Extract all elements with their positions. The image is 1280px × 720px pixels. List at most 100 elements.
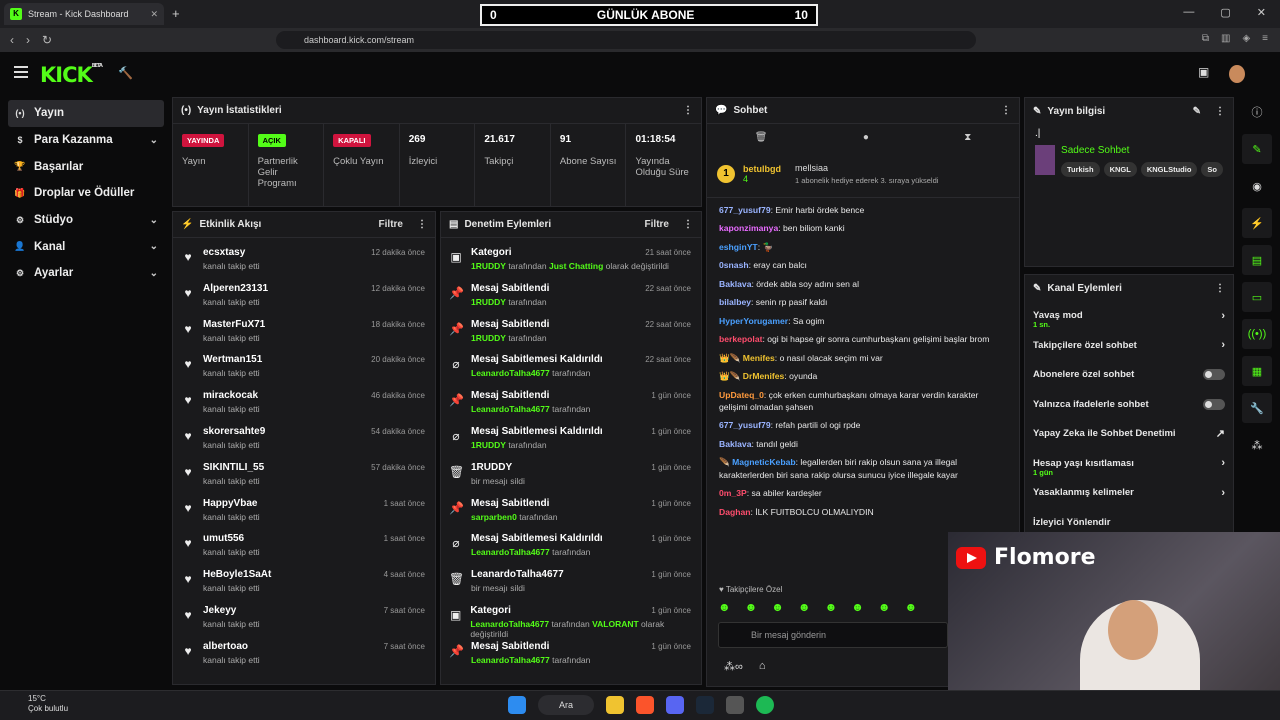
channel-action-item[interactable]: Yavaş mod 1 sn. ›: [1025, 301, 1233, 331]
follower-name[interactable]: HappyVbae: [203, 498, 260, 509]
chat-input[interactable]: Bir mesaj gönderin: [718, 622, 948, 648]
mod-item[interactable]: 📌 Mesaj Sabitlendi 1RUDDY tarafından 22 saa…: [449, 278, 693, 314]
stats-more-icon[interactable]: ⋮: [683, 105, 693, 116]
camera-rail-icon[interactable]: ◉: [1242, 171, 1272, 201]
category-name[interactable]: Sadece Sohbet: [1061, 145, 1223, 156]
stream-tag[interactable]: So: [1201, 162, 1223, 177]
chat-username[interactable]: 👑🪶 Menifes: [719, 353, 775, 363]
reload-icon[interactable]: ↻: [42, 33, 52, 47]
sidebar-item-6[interactable]: ⚙ Ayarlar ⌄: [8, 260, 164, 287]
chat-message[interactable]: bilalbey: senin rp pasif kaldı: [719, 296, 1007, 308]
activity-item[interactable]: ♥ mirackocak kanalı takip etti 46 dakika ön…: [181, 385, 427, 421]
mod-item[interactable]: 📌 Mesaj Sabitlendi sarparben0 tarafından 1 …: [449, 493, 693, 529]
emote-icon[interactable]: ☻: [904, 600, 917, 614]
sidebar-item-0[interactable]: (•) Yayın: [8, 100, 164, 127]
chat-username[interactable]: berkepolat: [719, 334, 762, 344]
edit-icon[interactable]: ✎: [1193, 106, 1201, 117]
channel-action-item[interactable]: Takipçilere özel sohbet ›: [1025, 331, 1233, 361]
gift-recipient[interactable]: mellsiaa: [795, 163, 938, 173]
extensions-icon[interactable]: ⧉: [1202, 33, 1209, 44]
external-link-icon[interactable]: ↗: [1216, 427, 1225, 440]
follower-name[interactable]: HeBoyle1SaAt: [203, 569, 271, 580]
chat-username[interactable]: 677_yusuf79: [719, 205, 771, 215]
chat-username[interactable]: Daghan: [719, 507, 751, 517]
chat-more-icon[interactable]: ⋮: [1001, 105, 1011, 116]
emote-icon[interactable]: ☻: [771, 600, 784, 614]
activity-item[interactable]: ♥ MasterFuX71 kanalı takip etti 18 dakika ö…: [181, 314, 427, 350]
chat-message[interactable]: eshginYT: 🦆: [719, 241, 1007, 253]
mod-item[interactable]: ▣ Kategori 1RUDDY tarafından Just Chatting…: [449, 242, 693, 278]
emote-icon[interactable]: ☻: [718, 600, 731, 614]
kick-logo[interactable]: KICKBETA: [40, 63, 103, 87]
new-tab-icon[interactable]: +: [172, 6, 180, 21]
sidebar-item-2[interactable]: 🏆 Başarılar: [8, 153, 164, 180]
chat-message[interactable]: 🪶 MagneticKebab: legallerden biri rakip …: [719, 456, 1007, 481]
sidebar-item-3[interactable]: 🎁 Droplar ve Ödüller: [8, 180, 164, 207]
chat-username[interactable]: Baklava: [719, 279, 752, 289]
close-tab-icon[interactable]: ✕: [150, 9, 158, 20]
weather-widget[interactable]: 15°C Çok bulutlu: [12, 694, 68, 715]
emote-icon[interactable]: ☻: [745, 600, 758, 614]
mod-filter-button[interactable]: Filtre: [645, 219, 669, 230]
chat-username[interactable]: UpDateq_0: [719, 390, 764, 400]
windows-start-icon[interactable]: [508, 696, 526, 714]
chat-message[interactable]: Baklava: ördek abla soy adını sen al: [719, 278, 1007, 290]
activity-item[interactable]: ♥ skorersahte9 kanalı takip etti 54 dakika …: [181, 421, 427, 457]
channel-action-item[interactable]: Yapay Zeka ile Sohbet Denetimi ↗: [1025, 419, 1233, 449]
chat-message[interactable]: berkepolat: ogi bi hapse gir sonra cumhu…: [719, 333, 1007, 345]
chevron-right-icon[interactable]: ›: [1221, 310, 1225, 322]
layout-rail-icon[interactable]: ▦: [1242, 356, 1272, 386]
chat-username[interactable]: 0snash: [719, 260, 749, 270]
emote-icon[interactable]: ☻: [878, 600, 891, 614]
chat-username[interactable]: 677_yusuf79: [719, 420, 771, 430]
chevron-down-icon[interactable]: ⌄: [150, 135, 158, 146]
channel-action-item[interactable]: Hesap yaşı kısıtlaması 1 gün ›: [1025, 449, 1233, 479]
lightning-rail-icon[interactable]: ⚡: [1242, 208, 1272, 238]
activity-item[interactable]: ♥ albertoao kanalı takip etti 7 saat önce: [181, 636, 427, 672]
url-input[interactable]: dashboard.kick.com/stream: [276, 31, 976, 49]
emote-icon[interactable]: ☻: [851, 600, 864, 614]
store-icon[interactable]: ⌂: [759, 660, 766, 673]
chat-bubble-icon[interactable]: ●: [863, 132, 869, 143]
mod-item[interactable]: 🗑 LeanardoTalha4677 bir mesajı sildi 1 gün …: [449, 564, 693, 600]
streaminfo-more-icon[interactable]: ⋮: [1215, 106, 1225, 117]
hourglass-icon[interactable]: ⧗: [964, 132, 971, 143]
chevron-down-icon[interactable]: ⌄: [150, 215, 158, 226]
mod-item[interactable]: 📌 Mesaj Sabitlendi 1RUDDY tarafından 22 saa…: [449, 314, 693, 350]
chat-message[interactable]: 0m_3P: sa abiler kardeşler: [719, 487, 1007, 499]
chat-message[interactable]: kaponzimanya: ben biliom kanki: [719, 222, 1007, 234]
steam-icon[interactable]: [696, 696, 714, 714]
chat-username[interactable]: 🪶 MagneticKebab: [719, 457, 796, 467]
activity-item[interactable]: ♥ SIKINTILI_55 kanalı takip etti 57 dakika …: [181, 457, 427, 493]
channel-actions-more-icon[interactable]: ⋮: [1215, 283, 1225, 294]
channel-action-item[interactable]: Yalnızca ifadelerle sohbet: [1025, 390, 1233, 420]
mod-item[interactable]: ▣ Kategori LeanardoTalha4677 tarafından VA…: [449, 600, 693, 639]
follower-name[interactable]: skorersahte9: [203, 426, 265, 437]
wallet-icon[interactable]: ◈: [1242, 33, 1250, 44]
toggle-switch[interactable]: [1203, 369, 1225, 381]
edit-rail-icon[interactable]: ✎: [1242, 134, 1272, 164]
user-avatar[interactable]: [1229, 65, 1246, 83]
activity-item[interactable]: ♥ HeBoyle1SaAt kanalı takip etti 4 saat önc…: [181, 564, 427, 600]
chat-username[interactable]: eshginYT: [719, 242, 758, 252]
sidebar-item-1[interactable]: $ Para Kazanma ⌄: [8, 127, 164, 154]
toggle-switch[interactable]: [1203, 398, 1225, 410]
chat-message[interactable]: 0snash: eray can balcı: [719, 259, 1007, 271]
users-icon[interactable]: ⁂∞: [724, 660, 743, 673]
channel-action-item[interactable]: Yasaklanmış kelimeler ›: [1025, 478, 1233, 508]
browser-tab[interactable]: K Stream - Kick Dashboard ✕: [4, 3, 164, 25]
mod-item[interactable]: ⌀ Mesaj Sabitlemesi Kaldırıldı LeanardoTal…: [449, 528, 693, 564]
stream-tag[interactable]: KNGLStudio: [1140, 162, 1198, 177]
activity-more-icon[interactable]: ⋮: [417, 219, 427, 230]
wrench-rail-icon[interactable]: 🔧: [1242, 393, 1272, 423]
chevron-down-icon[interactable]: ⌄: [150, 241, 158, 252]
chat-username[interactable]: 👑🪶 DrMenifes: [719, 371, 784, 381]
follower-name[interactable]: MasterFuX71: [203, 319, 265, 330]
follower-name[interactable]: mirackocak: [203, 390, 260, 401]
chat-message[interactable]: 👑🪶 Menifes: o nasıl olacak seçim mi var: [719, 352, 1007, 364]
follower-name[interactable]: Jekeyy: [203, 605, 260, 616]
discord-icon[interactable]: [666, 696, 684, 714]
users-rail-icon[interactable]: ⁂: [1242, 430, 1272, 460]
sidebar-item-5[interactable]: 👤 Kanal ⌄: [8, 233, 164, 260]
activity-item[interactable]: ♥ Alperen23131 kanalı takip etti 12 dakika …: [181, 278, 427, 314]
